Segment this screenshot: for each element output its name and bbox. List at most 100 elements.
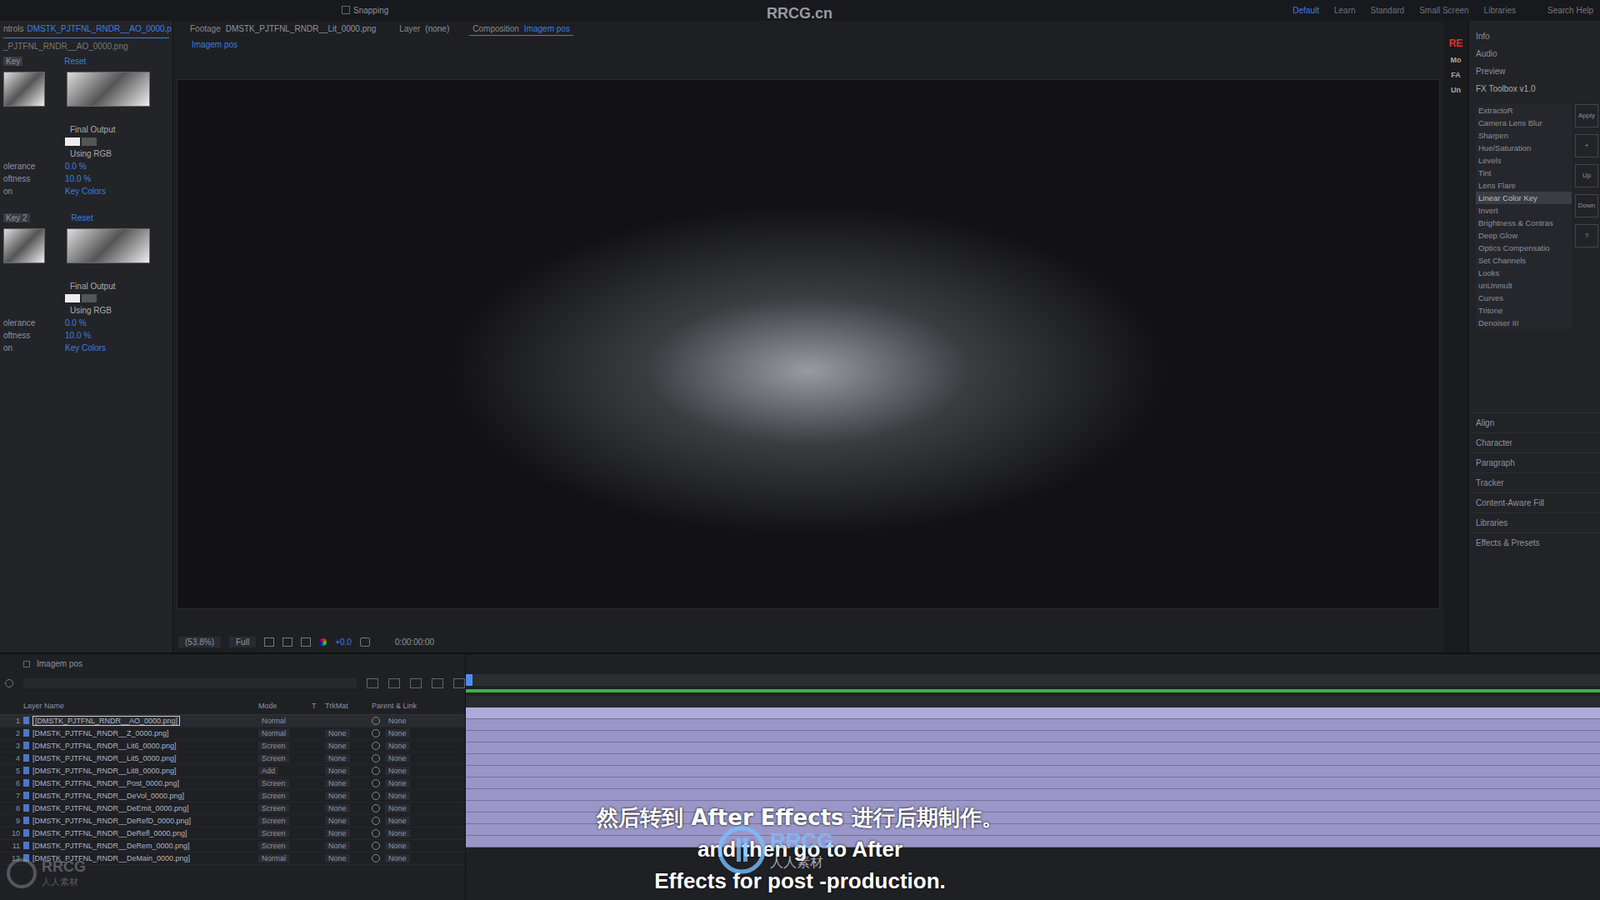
- effect-item[interactable]: Hue/Saturation: [1475, 141, 1572, 155]
- viewer-tab[interactable]: FootageDMSTK_PJTFNL_RNDR__Lit_0000.png: [186, 22, 380, 35]
- effect-item[interactable]: Looks: [1475, 266, 1572, 280]
- layer-bar[interactable]: [465, 742, 1600, 755]
- effect-item[interactable]: unUnmult: [1475, 279, 1572, 292]
- mask-icon[interactable]: [282, 637, 293, 647]
- effect-item[interactable]: Deep Glow: [1475, 229, 1572, 242]
- effect-item[interactable]: Camera Lens Blur: [1475, 116, 1572, 130]
- workspace-tab[interactable]: Standard: [1370, 5, 1405, 15]
- snapping-toggle[interactable]: Snapping: [341, 5, 389, 15]
- playhead[interactable]: [465, 674, 473, 686]
- effect-item[interactable]: Tritone: [1475, 304, 1572, 317]
- pickwhip-icon[interactable]: [371, 829, 380, 838]
- key-label[interactable]: Key 2: [3, 213, 30, 223]
- layer-bar[interactable]: [465, 789, 1600, 801]
- exposure-value[interactable]: +0.0: [335, 637, 352, 647]
- effect-item[interactable]: Linear Color Key: [1475, 191, 1572, 205]
- breadcrumb[interactable]: Imagem pos: [173, 37, 1444, 56]
- toolbox-button[interactable]: Apply: [1575, 104, 1599, 128]
- timeline-switch-icon[interactable]: [431, 678, 444, 689]
- viewer-tab[interactable]: CompositionImagem pos: [469, 22, 574, 36]
- layer-bar[interactable]: [465, 719, 1600, 731]
- timeline-switch-icon[interactable]: [366, 678, 379, 689]
- pickwhip-icon[interactable]: [371, 766, 380, 775]
- pickwhip-icon[interactable]: [371, 779, 380, 788]
- pickwhip-icon[interactable]: [371, 841, 380, 850]
- search-icon[interactable]: [5, 679, 14, 688]
- timeline-tab[interactable]: Imagem pos: [0, 654, 465, 675]
- script-button[interactable]: FA: [1450, 70, 1461, 80]
- pickwhip-icon[interactable]: [371, 754, 380, 763]
- property-row[interactable]: oftness10.0 %: [3, 172, 170, 185]
- effect-item[interactable]: Optics Compensatio: [1475, 241, 1572, 255]
- effect-item[interactable]: Invert: [1475, 204, 1572, 217]
- resolution-dropdown[interactable]: Full: [229, 636, 256, 648]
- work-area-bar[interactable]: [465, 689, 1600, 693]
- workspace-tab[interactable]: Libraries: [1484, 5, 1516, 15]
- color-swatch-icon[interactable]: [65, 294, 80, 303]
- eyedropper-icon[interactable]: [81, 294, 97, 303]
- script-button[interactable]: RE: [1449, 37, 1464, 50]
- key-label[interactable]: Key: [3, 56, 23, 66]
- reset-button[interactable]: Reset: [71, 213, 94, 223]
- timeline-switch-icon[interactable]: [453, 678, 465, 689]
- color-icon[interactable]: [319, 638, 327, 646]
- search-help[interactable]: Search Help: [1530, 5, 1594, 15]
- toolbox-title[interactable]: FX Toolbox v1.0: [1469, 80, 1600, 98]
- layer-bar[interactable]: [465, 765, 1600, 778]
- layer-bar[interactable]: [465, 777, 1600, 790]
- layer-row[interactable]: 10[DMSTK_PJTFNL_RNDR__DeRefl_0000.png]Sc…: [0, 827, 465, 840]
- layer-bar[interactable]: [465, 730, 1600, 743]
- property-row[interactable]: oftness10.0 %: [3, 329, 170, 342]
- script-button[interactable]: Un: [1450, 85, 1461, 95]
- pickwhip-icon[interactable]: [371, 741, 380, 750]
- effect-item[interactable]: Set Channels: [1475, 254, 1572, 267]
- pickwhip-icon[interactable]: [371, 729, 380, 738]
- timecode[interactable]: 0:00:00:00: [378, 637, 435, 647]
- snapping-checkbox-icon[interactable]: [341, 5, 350, 15]
- layer-search[interactable]: [23, 678, 357, 689]
- layer-row[interactable]: 8[DMSTK_PJTFNL_RNDR__DeEmit_0000.png]Scr…: [0, 802, 465, 815]
- color-swatch-icon[interactable]: [65, 137, 80, 146]
- effect-item[interactable]: Tint: [1475, 166, 1572, 180]
- effect-item[interactable]: ExtractoR: [1475, 104, 1572, 117]
- effect-item[interactable]: Sharpen: [1475, 129, 1572, 142]
- layer-bar[interactable]: [465, 707, 1600, 720]
- toolbox-button[interactable]: Up: [1575, 164, 1599, 188]
- output-dropdown[interactable]: Final Output: [70, 280, 170, 293]
- grid-icon[interactable]: [264, 637, 275, 647]
- color-space-dropdown[interactable]: Using RGB: [70, 304, 170, 317]
- timeline-switch-icon[interactable]: [410, 678, 422, 689]
- layer-row[interactable]: 6[DMSTK_PJTFNL_RNDR__Post_0000.png]Scree…: [0, 777, 465, 790]
- output-dropdown[interactable]: Final Output: [70, 123, 170, 136]
- effect-item[interactable]: Denoiser III: [1475, 316, 1572, 330]
- script-button[interactable]: Mo: [1450, 55, 1462, 65]
- effect-item[interactable]: Lens Flare: [1475, 179, 1572, 192]
- layer-row[interactable]: 4[DMSTK_PJTFNL_RNDR__Lit5_0000.png]Scree…: [0, 752, 465, 765]
- pickwhip-icon[interactable]: [371, 804, 380, 813]
- toolbox-button[interactable]: Down: [1575, 194, 1599, 218]
- viewer-tab[interactable]: Layer(none): [395, 22, 453, 35]
- panel-header[interactable]: Preview: [1469, 62, 1600, 80]
- layer-row[interactable]: 5[DMSTK_PJTFNL_RNDR__Lit8_0000.png]AddNo…: [0, 765, 465, 778]
- toolbox-button[interactable]: ?: [1575, 224, 1599, 248]
- pickwhip-icon[interactable]: [371, 854, 380, 863]
- pickwhip-icon[interactable]: [371, 816, 380, 825]
- layer-row[interactable]: 1[DMSTK_PJTFNL_RNDR__AO_0000.png]NormalN…: [0, 715, 465, 728]
- panel-header[interactable]: Paragraph: [1469, 452, 1600, 473]
- layer-row[interactable]: 7[DMSTK_PJTFNL_RNDR__DeVol_0000.png]Scre…: [0, 790, 465, 803]
- reset-button[interactable]: Reset: [64, 56, 86, 66]
- layer-row[interactable]: 3[DMSTK_PJTFNL_RNDR__Lit6_0000.png]Scree…: [0, 740, 465, 753]
- panel-header[interactable]: Info: [1469, 27, 1600, 45]
- layer-bar[interactable]: [465, 835, 1600, 848]
- timeline-switch-icon[interactable]: [388, 678, 400, 689]
- pickwhip-icon[interactable]: [371, 716, 380, 725]
- eyedropper-icon[interactable]: [81, 137, 97, 146]
- effect-item[interactable]: Curves: [1475, 291, 1572, 305]
- panel-header[interactable]: Tracker: [1469, 472, 1600, 493]
- workspace-tab[interactable]: Learn: [1334, 5, 1356, 15]
- panel-header[interactable]: Content-Aware Fill: [1469, 492, 1600, 513]
- toolbox-button[interactable]: +: [1575, 134, 1599, 158]
- property-row[interactable]: olerance0.0 %: [3, 160, 170, 173]
- panel-tab[interactable]: ntrolsDMSTK_PJTFNL_RNDR__AO_0000.p: [3, 20, 170, 39]
- region-icon[interactable]: [300, 637, 311, 647]
